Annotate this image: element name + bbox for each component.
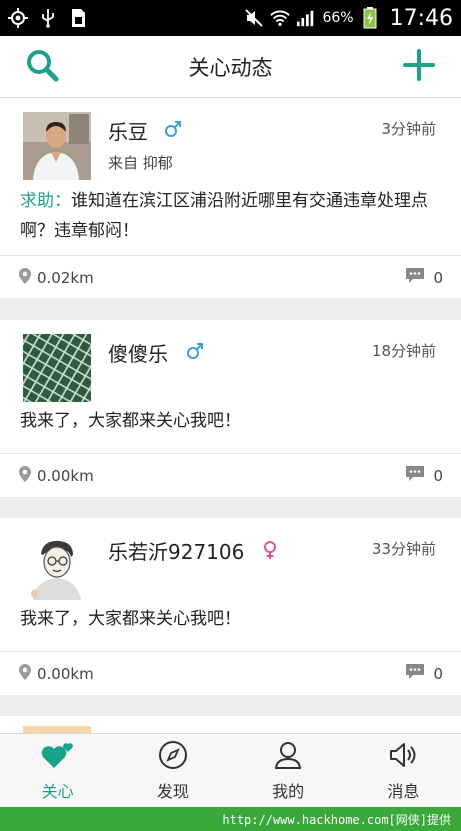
post-time: 33分钟前 [371, 540, 436, 558]
sim-icon [68, 8, 88, 28]
clock: 17:46 [389, 5, 453, 31]
feed-card[interactable]: 傻傻乐 18分钟前 我来了，大家都来关心我吧！ 0.00km 0 [0, 320, 461, 497]
user-avatar[interactable] [23, 532, 91, 600]
user-name[interactable]: 乐若沂927106 [108, 536, 244, 565]
distance: 0.02km [18, 267, 94, 289]
post-content: 我来了，大家都来关心我吧！ [0, 602, 461, 634]
comment-icon [405, 663, 425, 685]
post-source: 来自 抑郁 [108, 154, 173, 172]
location-pin-icon [18, 267, 32, 289]
watermark: http://www.hackhome.com[网侠]提供 [0, 807, 461, 831]
user-name[interactable]: 傻傻乐 [108, 338, 168, 367]
comment-count: 0 [433, 664, 443, 683]
battery-percent: 66% [322, 10, 354, 26]
user-avatar[interactable] [23, 726, 91, 733]
distance: 0.00km [18, 663, 94, 685]
distance: 0.00km [18, 465, 94, 487]
tab-discover[interactable]: 发现 [115, 734, 230, 807]
compass-icon [158, 740, 188, 774]
post-content: 我来了，大家都来关心我吧！ [0, 404, 461, 436]
post-text: 我来了，大家都来关心我吧！ [20, 609, 241, 629]
feed-card[interactable]: 乐豆 3分钟前 来自 抑郁 求助：谁知道在滨江区浦沿附近哪里有交通违章处理点啊？… [0, 98, 461, 298]
person-icon [273, 740, 303, 774]
add-post-button[interactable] [389, 36, 449, 98]
post-text: 我来了，大家都来关心我吧！ [20, 411, 241, 431]
distance-value: 0.00km [37, 466, 94, 485]
tab-care[interactable]: 关心 [0, 734, 115, 807]
feed-card[interactable] [0, 716, 461, 733]
male-icon [164, 120, 182, 142]
user-name[interactable]: 乐豆 [108, 116, 148, 145]
comment-button[interactable]: 0 [405, 663, 443, 685]
tab-messages[interactable]: 消息 [346, 734, 461, 807]
male-icon [186, 342, 204, 364]
post-time: 3分钟前 [381, 120, 436, 138]
comment-button[interactable]: 0 [405, 465, 443, 487]
app-bar: 关心动态 [0, 36, 461, 98]
distance-value: 0.00km [37, 664, 94, 683]
tab-mine[interactable]: 我的 [231, 734, 346, 807]
comment-icon [405, 267, 425, 289]
post-text: 谁知道在滨江区浦沿附近哪里有交通违章处理点啊？违章郁闷！ [20, 191, 428, 241]
card-footer: 0.00km 0 [0, 453, 461, 497]
comment-button[interactable]: 0 [405, 267, 443, 289]
comment-count: 0 [433, 268, 443, 287]
hearts-icon [40, 740, 76, 774]
signal-icon [296, 8, 316, 28]
card-footer: 0.00km 0 [0, 651, 461, 695]
location-pin-icon [18, 663, 32, 685]
speaker-icon [388, 740, 418, 774]
plus-icon [402, 48, 436, 86]
tab-label: 消息 [387, 781, 420, 801]
distance-value: 0.02km [37, 268, 94, 287]
comment-count: 0 [433, 466, 443, 485]
post-content: 求助：谁知道在滨江区浦沿附近哪里有交通违章处理点啊？违章郁闷！ [0, 182, 461, 246]
user-avatar[interactable] [23, 112, 91, 180]
feed-card[interactable]: 乐若沂927106 33分钟前 我来了，大家都来关心我吧！ 0.00km 0 [0, 518, 461, 695]
tab-label: 关心 [41, 781, 74, 801]
female-icon [262, 540, 278, 564]
mute-icon [244, 8, 264, 28]
tab-label: 我的 [272, 781, 305, 801]
usb-icon [38, 8, 58, 28]
gps-icon [8, 8, 28, 28]
comment-icon [405, 465, 425, 487]
wifi-icon [270, 8, 291, 28]
card-footer: 0.02km 0 [0, 255, 461, 299]
bottom-tab-bar: 关心 发现 我的 消息 [0, 733, 461, 807]
feed-list[interactable]: 乐豆 3分钟前 来自 抑郁 求助：谁知道在滨江区浦沿附近哪里有交通违章处理点啊？… [0, 98, 461, 733]
tab-label: 发现 [156, 781, 189, 801]
user-avatar[interactable] [23, 334, 91, 402]
location-pin-icon [18, 465, 32, 487]
battery-charging-icon [360, 7, 380, 29]
post-time: 18分钟前 [371, 342, 436, 360]
status-bar: 66% 17:46 [0, 0, 461, 36]
post-tag: 求助： [20, 191, 71, 211]
